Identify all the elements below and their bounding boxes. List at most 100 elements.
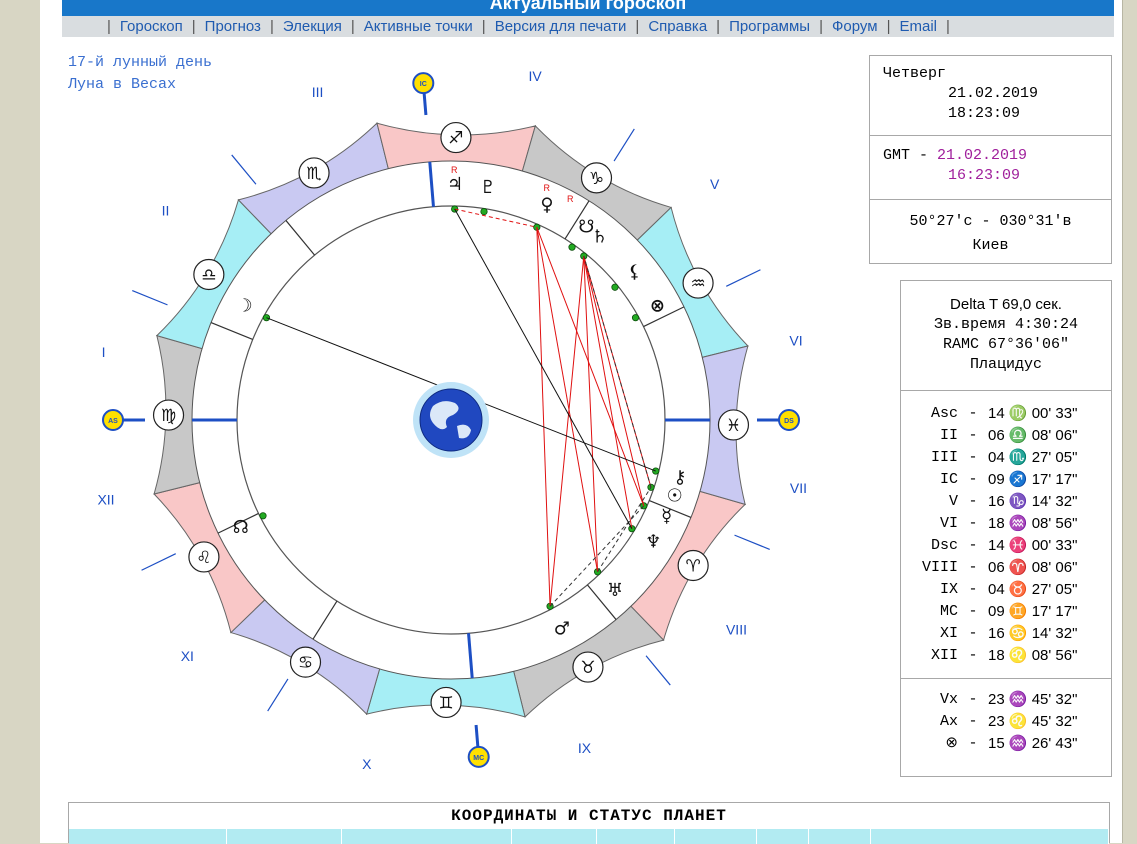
cusp-row: V -16 ♑ 14' 32" (901, 491, 1111, 513)
house-cusp-extension (726, 269, 761, 287)
sign-glyph: ♎ (201, 266, 216, 286)
retrograde-mark: R (567, 194, 574, 204)
table-header-cell (512, 829, 597, 844)
cusp-name: IX (939, 581, 958, 598)
part-of-fortune-glyph: ⊗ (650, 296, 665, 317)
neptune-glyph: ♆ (645, 532, 661, 553)
table-header-cell (597, 829, 675, 844)
local-date: 21.02.2019 (948, 85, 1039, 102)
cusp-row: Ax -23 ♌ 45' 32" (901, 711, 1111, 733)
house-numeral: IX (578, 740, 592, 756)
retrograde-mark: R (451, 165, 458, 175)
sign-glyph: ♈ (686, 556, 701, 576)
house-numeral: VIII (726, 621, 747, 637)
menu-item-horoscope[interactable]: Гороскоп (120, 18, 183, 35)
cusp-row: Dsc -14 ♓ 00' 33" (901, 535, 1111, 557)
cusp-value: 09 ♐ 17' 17" (988, 471, 1078, 488)
cusp-dash: - (968, 405, 978, 422)
cusp-row: II -06 ♎ 08' 06" (901, 425, 1111, 447)
house-numeral: II (162, 203, 170, 219)
house-cusp-extension (132, 290, 168, 306)
lilith-glyph: ⚸ (628, 261, 641, 282)
house-numeral: X (362, 756, 372, 772)
house-numeral: XI (181, 648, 194, 664)
location: 50°27'с - 030°31'в Киев (870, 200, 1111, 272)
cusp-row: VI -18 ♒ 08' 56" (901, 513, 1111, 535)
cusp-value: 09 ♊ 17' 17" (988, 603, 1078, 620)
gmt-datetime: GMT - 21.02.2019 16:23:09 (870, 136, 1111, 200)
menu-item-programs[interactable]: Программы (729, 18, 810, 35)
as-badge-label: AS (108, 418, 118, 425)
cusp-name: XII (930, 647, 958, 664)
house-cusp-extension (613, 128, 635, 162)
cusp-name: Vx (939, 691, 958, 708)
sign-glyph: ♒ (690, 274, 705, 294)
cusp-name: IC (939, 471, 958, 488)
menu-item-forecast[interactable]: Прогноз (205, 18, 261, 35)
menu-item-election[interactable]: Элекция (283, 18, 342, 35)
menu-separator: | (716, 18, 721, 35)
sign-glyph: ♓ (726, 416, 741, 436)
menu-item-print-version[interactable]: Версия для печати (495, 18, 627, 35)
table-header-cell (809, 829, 871, 844)
cusp-dash: - (968, 559, 978, 576)
location-coordinates: 50°27'с - 030°31'в (909, 213, 1072, 230)
chart-info-panel: Delta T 69,0 сек. Зв.время 4:30:24 RAMC … (900, 280, 1112, 777)
ic-badge-label: IC (420, 81, 427, 88)
sign-glyph: ♏ (306, 164, 321, 184)
house-numeral: V (710, 176, 720, 192)
cusp-row: III -04 ♏ 27' 05" (901, 447, 1111, 469)
house-system: Плацидус (969, 356, 1042, 373)
table-header-cell (675, 829, 757, 844)
local-datetime: Четверг 21.02.2019 18:23:09 (870, 56, 1111, 136)
part-of-fortune-point (631, 314, 640, 322)
menu-item-forum[interactable]: Форум (832, 18, 878, 35)
cusp-dash: - (968, 471, 978, 488)
house-cusp-extension (231, 154, 257, 185)
house-cusp-extension (645, 655, 671, 686)
sign-glyph: ♍ (161, 406, 176, 426)
mc-badge-label: MC (473, 755, 484, 762)
house-cusp-extension (267, 678, 289, 712)
menu-separator: | (481, 18, 486, 35)
cusp-row: ⊗ -15 ♒ 26' 43" (901, 733, 1111, 755)
sign-glyph: ♌ (196, 548, 211, 568)
house-cusp-extension (141, 553, 176, 571)
cusp-dash: - (968, 713, 978, 730)
south-node-point (568, 243, 576, 251)
house-cusps-list: Asc -14 ♍ 00' 33" II -06 ♎ 08' 06" III -04 ♏ … (901, 391, 1111, 679)
cusp-row: VIII -06 ♈ 08' 06" (901, 557, 1111, 579)
venus-glyph: ♀ (540, 194, 553, 215)
cusp-name: III (930, 449, 958, 466)
cusp-dash: - (968, 515, 978, 532)
cusp-value: 14 ♍ 00' 33" (988, 405, 1078, 422)
menu-item-help[interactable]: Справка (648, 18, 707, 35)
south-node-glyph: ☋ (578, 217, 594, 238)
cusp-value: 23 ♌ 45' 32" (988, 713, 1078, 730)
gmt-label: GMT - (883, 147, 929, 164)
menu-item-email[interactable]: Email (899, 18, 937, 35)
mercury-glyph: ☿ (661, 506, 672, 527)
menu-item-active-points[interactable]: Активные точки (364, 18, 473, 35)
cusp-dash: - (968, 537, 978, 554)
table-header-cell (227, 829, 342, 844)
cusp-dash: - (968, 691, 978, 708)
cusp-row: IC -09 ♐ 17' 17" (901, 469, 1111, 491)
planet-coordinates-table: КООРДИНАТЫ И СТАТУС ПЛАНЕТ (68, 802, 1110, 844)
page-title: Актуальный гороскоп (62, 0, 1114, 16)
cusp-dash: - (968, 625, 978, 642)
north-node-point (259, 512, 267, 520)
cusp-value: 14 ♓ 00' 33" (988, 537, 1078, 554)
cusp-row: IX -04 ♉ 27' 05" (901, 579, 1111, 601)
cusp-name: VI (939, 515, 958, 532)
sign-glyph: ♐ (448, 129, 463, 149)
cusp-name: II (939, 427, 958, 444)
menu-separator: | (350, 18, 355, 35)
cusp-row: Vx -23 ♒ 45' 32" (901, 689, 1111, 711)
menu-separator: | (886, 18, 891, 35)
sun-glyph: ☉ (667, 485, 683, 506)
cusp-name: ⊗ (945, 735, 958, 752)
points-list: Vx -23 ♒ 45' 32" Ax -23 ♌ 45' 32" ⊗ -15 ♒ 26'… (901, 679, 1111, 755)
north-node-glyph: ☊ (233, 517, 249, 538)
uranus-glyph: ♅ (607, 580, 623, 601)
